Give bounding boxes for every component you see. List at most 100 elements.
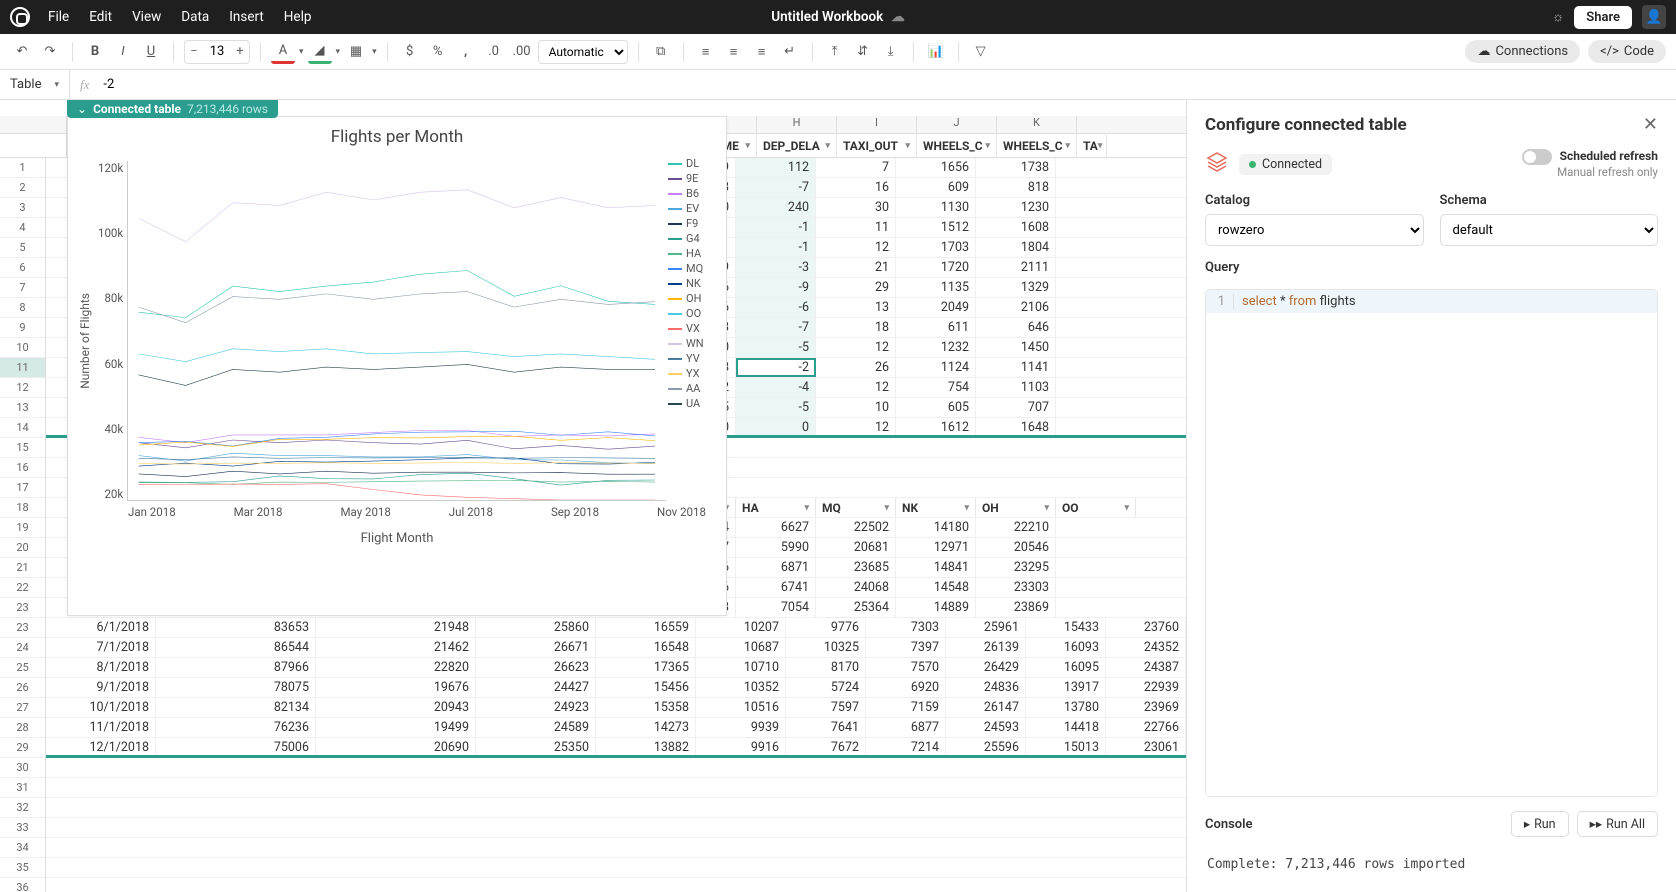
cell[interactable]: 22820 xyxy=(316,658,476,677)
align-left-button[interactable]: ≡ xyxy=(694,40,718,64)
redo-button[interactable]: ↷ xyxy=(38,40,62,64)
merge-button[interactable]: ⧉ xyxy=(649,40,673,64)
row-header[interactable]: 6 xyxy=(0,258,45,278)
cell[interactable]: 1804 xyxy=(976,238,1056,257)
cell[interactable]: 12 xyxy=(816,238,896,257)
cell[interactable]: 1738 xyxy=(976,158,1056,177)
cell[interactable]: 30 xyxy=(816,198,896,217)
cell[interactable]: 7303 xyxy=(866,618,946,637)
cell[interactable]: 24836 xyxy=(946,678,1026,697)
cell[interactable]: 1512 xyxy=(896,218,976,237)
bold-button[interactable]: B xyxy=(83,40,107,64)
cell[interactable]: 16095 xyxy=(1026,658,1106,677)
cell[interactable]: 1720 xyxy=(896,258,976,277)
cell[interactable]: 13917 xyxy=(1026,678,1106,697)
cell[interactable]: 75006 xyxy=(156,738,316,755)
row-header[interactable]: 17 xyxy=(0,478,45,498)
undo-button[interactable]: ↶ xyxy=(10,40,34,64)
cell[interactable]: 78075 xyxy=(156,678,316,697)
increase-decimal-button[interactable]: .00 xyxy=(510,40,534,64)
cell[interactable]: 15433 xyxy=(1026,618,1106,637)
cell[interactable]: 20681 xyxy=(816,538,896,557)
cell[interactable]: 10516 xyxy=(696,698,786,717)
cell[interactable]: 14548 xyxy=(896,578,976,597)
cell[interactable]: 10/1/2018 xyxy=(46,698,156,717)
text-color-button[interactable]: A xyxy=(271,40,295,64)
cell[interactable]: 6871 xyxy=(736,558,816,577)
cell[interactable]: 1703 xyxy=(896,238,976,257)
col-header-K[interactable]: K xyxy=(997,116,1077,133)
cell[interactable]: 611 xyxy=(896,318,976,337)
cell[interactable]: 17365 xyxy=(596,658,696,677)
cell[interactable]: 1135 xyxy=(896,278,976,297)
currency-button[interactable]: $ xyxy=(398,40,422,64)
cell[interactable]: 1232 xyxy=(896,338,976,357)
cell[interactable]: 24387 xyxy=(1106,658,1186,677)
align-bottom-button[interactable]: ⤓ xyxy=(879,40,903,64)
cell[interactable]: 1130 xyxy=(896,198,976,217)
cell[interactable]: -5 xyxy=(736,338,816,357)
row-header[interactable]: 3 xyxy=(0,198,45,218)
cell[interactable]: 20546 xyxy=(976,538,1056,557)
cell[interactable]: 12 xyxy=(816,378,896,397)
cell[interactable]: 23295 xyxy=(976,558,1056,577)
font-size-input[interactable] xyxy=(203,44,231,59)
row-header[interactable]: 19 xyxy=(0,518,45,538)
align-middle-button[interactable]: ⇵ xyxy=(851,40,875,64)
cell[interactable]: 24589 xyxy=(476,718,596,737)
cell[interactable]: 14841 xyxy=(896,558,976,577)
table-header-ta[interactable]: TA▾ xyxy=(1077,134,1107,157)
table-header-ha[interactable]: HA▾ xyxy=(736,498,816,517)
cell[interactable]: 1608 xyxy=(976,218,1056,237)
cell[interactable]: 14180 xyxy=(896,518,976,537)
row-header[interactable]: 2 xyxy=(0,178,45,198)
cell[interactable]: 25596 xyxy=(946,738,1026,755)
col-header-H[interactable]: H xyxy=(757,116,837,133)
cell[interactable]: -1 xyxy=(736,238,816,257)
run-button[interactable]: ▸ Run xyxy=(1511,811,1569,837)
cell[interactable]: 1648 xyxy=(976,418,1056,435)
cell[interactable]: 7597 xyxy=(786,698,866,717)
cell[interactable]: 15358 xyxy=(596,698,696,717)
cell[interactable]: 86544 xyxy=(156,638,316,657)
cell[interactable]: 2111 xyxy=(976,258,1056,277)
font-size-increase[interactable]: + xyxy=(231,44,249,59)
cell[interactable]: 23061 xyxy=(1106,738,1186,755)
cell[interactable]: -7 xyxy=(736,178,816,197)
catalog-select[interactable]: rowzero xyxy=(1205,214,1424,246)
cell[interactable]: 10207 xyxy=(696,618,786,637)
cell[interactable]: 19676 xyxy=(316,678,476,697)
cell[interactable]: 24593 xyxy=(946,718,1026,737)
schema-select[interactable]: default xyxy=(1440,214,1659,246)
wrap-text-button[interactable]: ↵ xyxy=(778,40,802,64)
cell[interactable]: 605 xyxy=(896,398,976,417)
cell[interactable]: 6/1/2018 xyxy=(46,618,156,637)
align-right-button[interactable]: ≡ xyxy=(750,40,774,64)
row-header[interactable]: 4 xyxy=(0,218,45,238)
row-header[interactable]: 25 xyxy=(0,658,45,678)
cell[interactable]: 7159 xyxy=(866,698,946,717)
cell[interactable]: 14273 xyxy=(596,718,696,737)
cell[interactable]: 14889 xyxy=(896,598,976,617)
table-header-oo[interactable]: OO▾ xyxy=(1056,498,1136,517)
cell[interactable]: 22939 xyxy=(1106,678,1186,697)
decrease-decimal-button[interactable]: .0 xyxy=(482,40,506,64)
row-header[interactable]: 32 xyxy=(0,798,45,818)
editor-code[interactable]: select * from flights xyxy=(1234,294,1356,309)
row-header[interactable]: 10 xyxy=(0,338,45,358)
cell[interactable]: 707 xyxy=(976,398,1056,417)
row-header[interactable]: 14 xyxy=(0,418,45,438)
cell[interactable]: 21948 xyxy=(316,618,476,637)
font-size-stepper[interactable]: − + xyxy=(184,40,250,64)
row-header[interactable]: 33 xyxy=(0,818,45,838)
user-menu-button[interactable]: 👤 xyxy=(1642,5,1666,29)
cell[interactable]: 1612 xyxy=(896,418,976,435)
cell[interactable]: 16093 xyxy=(1026,638,1106,657)
formula-input[interactable] xyxy=(99,77,1676,92)
row-header[interactable]: 36 xyxy=(0,878,45,892)
cell[interactable]: 13780 xyxy=(1026,698,1106,717)
cell[interactable]: 1329 xyxy=(976,278,1056,297)
cell[interactable]: 26623 xyxy=(476,658,596,677)
cell[interactable]: 29 xyxy=(816,278,896,297)
cell[interactable]: 13 xyxy=(816,298,896,317)
